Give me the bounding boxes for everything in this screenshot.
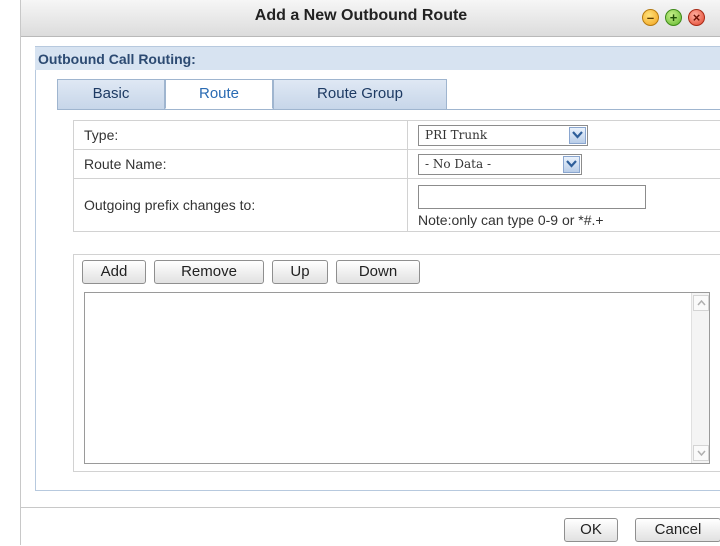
- tab-basic[interactable]: Basic: [57, 79, 165, 109]
- section-title: Outbound Call Routing:: [35, 46, 720, 72]
- type-label: Type:: [74, 121, 408, 150]
- route-listbox[interactable]: [84, 292, 710, 464]
- close-icon[interactable]: ×: [688, 9, 705, 26]
- up-button[interactable]: Up: [272, 260, 328, 284]
- chevron-down-icon[interactable]: [563, 156, 580, 173]
- prefix-cell: Note:only can type 0-9 or *#.+: [408, 179, 720, 232]
- down-button[interactable]: Down: [336, 260, 420, 284]
- route-form: Type: PRI Trunk Route Name: - No Data -: [73, 120, 720, 232]
- add-button[interactable]: Add: [82, 260, 146, 284]
- prefix-label: Outgoing prefix changes to:: [74, 179, 408, 232]
- scroll-up-icon[interactable]: [693, 295, 709, 311]
- prefix-input[interactable]: [418, 185, 646, 209]
- prefix-note: Note:only can type 0-9 or *#.+: [418, 212, 720, 228]
- type-cell: PRI Trunk: [408, 121, 720, 150]
- type-select-value: PRI Trunk: [425, 128, 487, 142]
- remove-button[interactable]: Remove: [154, 260, 264, 284]
- listbox-scrollbar[interactable]: [691, 293, 709, 463]
- maximize-icon[interactable]: +: [665, 9, 682, 26]
- chevron-down-icon[interactable]: [569, 127, 586, 144]
- route-name-label: Route Name:: [74, 150, 408, 179]
- dialog-title: Add a New Outbound Route: [161, 7, 561, 25]
- outbound-route-dialog: Add a New Outbound Route – + × Outbound …: [20, 0, 720, 545]
- cancel-button[interactable]: Cancel: [635, 518, 720, 542]
- minimize-icon[interactable]: –: [642, 9, 659, 26]
- route-name-select[interactable]: - No Data -: [418, 154, 582, 175]
- dialog-footer: OK Cancel: [21, 507, 720, 546]
- form-row-prefix: Outgoing prefix changes to: Note:only ca…: [74, 179, 720, 232]
- tab-route[interactable]: Route: [165, 79, 273, 109]
- route-list-panel: Add Remove Up Down: [73, 254, 720, 472]
- route-name-cell: - No Data -: [408, 150, 720, 179]
- scroll-down-icon[interactable]: [693, 445, 709, 461]
- tab-divider: [57, 109, 720, 110]
- ok-button[interactable]: OK: [564, 518, 618, 542]
- dialog-titlebar[interactable]: Add a New Outbound Route – + ×: [21, 0, 720, 37]
- form-row-type: Type: PRI Trunk: [74, 121, 720, 150]
- type-select[interactable]: PRI Trunk: [418, 125, 588, 146]
- route-name-select-value: - No Data -: [425, 157, 491, 171]
- form-row-route-name: Route Name: - No Data -: [74, 150, 720, 179]
- tab-route-group[interactable]: Route Group: [273, 79, 447, 109]
